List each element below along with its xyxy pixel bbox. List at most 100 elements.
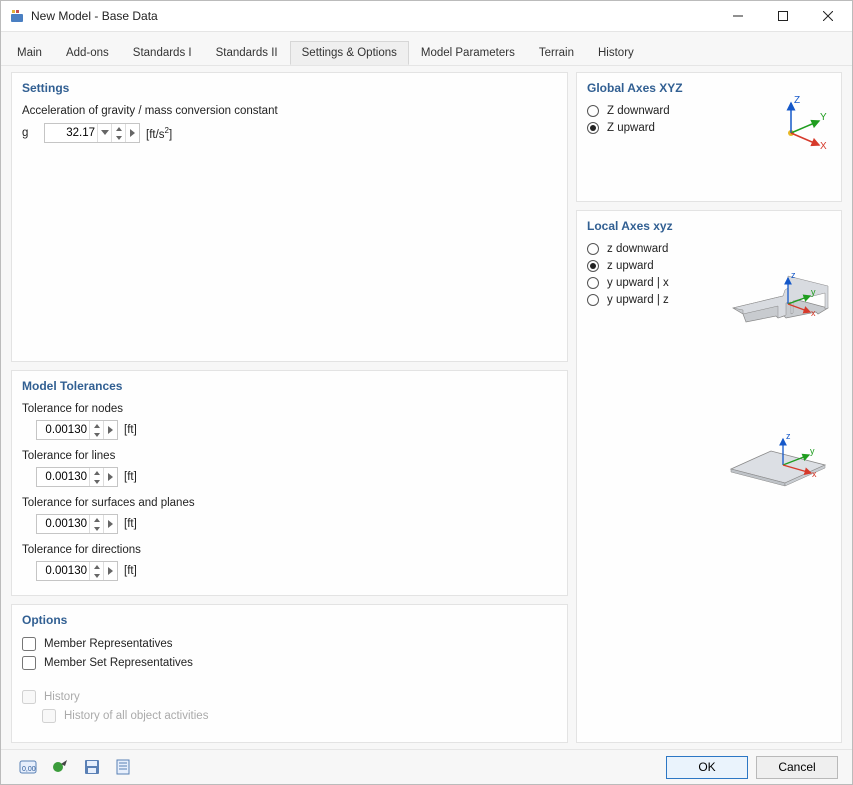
spinner-up[interactable] bbox=[112, 124, 125, 133]
z-downward-local-row[interactable]: z downward bbox=[587, 243, 831, 255]
tol-directions-value[interactable] bbox=[37, 564, 89, 578]
cancel-button[interactable]: Cancel bbox=[756, 756, 838, 779]
ok-button[interactable]: OK bbox=[666, 756, 748, 779]
z-downward-local-radio[interactable] bbox=[587, 243, 599, 255]
local-axes-beam-diagram: z y x bbox=[728, 266, 833, 336]
gravity-label: Acceleration of gravity / mass conversio… bbox=[22, 105, 557, 117]
app-icon bbox=[9, 8, 25, 24]
member-rep-checkbox[interactable] bbox=[22, 637, 36, 651]
svg-text:z: z bbox=[791, 270, 796, 280]
g-symbol: g bbox=[22, 127, 38, 139]
gravity-input[interactable] bbox=[44, 123, 140, 143]
member-set-rep-checkbox-row[interactable]: Member Set Representatives bbox=[22, 656, 557, 670]
tol-lines-unit: [ft] bbox=[124, 471, 137, 483]
close-button[interactable] bbox=[805, 1, 850, 31]
tab-main[interactable]: Main bbox=[5, 41, 54, 65]
tol-nodes-unit: [ft] bbox=[124, 424, 137, 436]
gravity-value[interactable] bbox=[45, 126, 97, 140]
y-upward-x-label: y upward | x bbox=[607, 277, 669, 289]
z-upward-local-label: z upward bbox=[607, 260, 654, 272]
gravity-unit: [ft/s2] bbox=[146, 126, 172, 141]
y-upward-x-radio[interactable] bbox=[587, 277, 599, 289]
tab-standards1[interactable]: Standards I bbox=[121, 41, 204, 65]
tol-nodes-label: Tolerance for nodes bbox=[22, 403, 557, 415]
tol-nodes-spinner[interactable] bbox=[89, 421, 103, 439]
member-set-rep-label: Member Set Representatives bbox=[44, 657, 193, 669]
history-checkbox bbox=[22, 690, 36, 704]
tol-directions-step[interactable] bbox=[103, 562, 117, 580]
tol-surfaces-unit: [ft] bbox=[124, 518, 137, 530]
gravity-dropdown-icon[interactable] bbox=[97, 124, 111, 142]
z-downward-local-label: z downward bbox=[607, 243, 668, 255]
tabs-row: Main Add-ons Standards I Standards II Se… bbox=[1, 41, 852, 66]
history-all-checkbox-row: History of all object activities bbox=[42, 709, 557, 723]
tolerances-panel: Model Tolerances Tolerance for nodes [ft… bbox=[11, 370, 568, 596]
tol-nodes-step[interactable] bbox=[103, 421, 117, 439]
z-upward-local-radio[interactable] bbox=[587, 260, 599, 272]
history-checkbox-row: History bbox=[22, 690, 557, 704]
z-downward-radio[interactable] bbox=[587, 105, 599, 117]
tolerances-header: Model Tolerances bbox=[22, 379, 557, 393]
svg-text:x: x bbox=[812, 469, 817, 479]
tol-lines-label: Tolerance for lines bbox=[22, 450, 557, 462]
tab-settings-options[interactable]: Settings & Options bbox=[290, 41, 409, 65]
units-icon[interactable]: 0,00 bbox=[15, 754, 41, 780]
tol-directions-input[interactable] bbox=[36, 561, 118, 581]
tol-lines-step[interactable] bbox=[103, 468, 117, 486]
tol-directions-unit: [ft] bbox=[124, 565, 137, 577]
local-axes-header: Local Axes xyz bbox=[587, 219, 831, 233]
svg-text:y: y bbox=[811, 287, 816, 297]
save-icon[interactable] bbox=[79, 754, 105, 780]
tol-lines-spinner[interactable] bbox=[89, 468, 103, 486]
svg-text:X: X bbox=[820, 141, 827, 152]
tol-surfaces-value[interactable] bbox=[37, 517, 89, 531]
window-title: New Model - Base Data bbox=[31, 9, 715, 23]
bottom-bar: 0,00 OK Cancel bbox=[1, 749, 852, 784]
minimize-button[interactable] bbox=[715, 1, 760, 31]
history-all-checkbox bbox=[42, 709, 56, 723]
tol-surfaces-label: Tolerance for surfaces and planes bbox=[22, 497, 557, 509]
tol-lines-value[interactable] bbox=[37, 470, 89, 484]
tol-surfaces-spinner[interactable] bbox=[89, 515, 103, 533]
tab-terrain[interactable]: Terrain bbox=[527, 41, 586, 65]
spinner-down[interactable] bbox=[112, 133, 125, 142]
local-axes-plate-diagram: z y x bbox=[723, 431, 833, 491]
z-upward-label: Z upward bbox=[607, 122, 655, 134]
svg-text:0,00: 0,00 bbox=[22, 766, 36, 773]
options-header: Options bbox=[22, 613, 557, 627]
tol-directions-label: Tolerance for directions bbox=[22, 544, 557, 556]
svg-text:z: z bbox=[786, 431, 791, 441]
settings-panel: Settings Acceleration of gravity / mass … bbox=[11, 72, 568, 362]
tab-standards2[interactable]: Standards II bbox=[204, 41, 290, 65]
tab-history[interactable]: History bbox=[586, 41, 646, 65]
member-rep-label: Member Representatives bbox=[44, 638, 172, 650]
member-set-rep-checkbox[interactable] bbox=[22, 656, 36, 670]
member-rep-checkbox-row[interactable]: Member Representatives bbox=[22, 637, 557, 651]
history-label: History bbox=[44, 691, 80, 703]
z-upward-radio[interactable] bbox=[587, 122, 599, 134]
svg-text:y: y bbox=[810, 446, 815, 456]
gravity-step-icon[interactable] bbox=[125, 124, 139, 142]
gravity-spinner[interactable] bbox=[111, 124, 125, 142]
list-icon[interactable] bbox=[111, 754, 137, 780]
y-upward-z-radio[interactable] bbox=[587, 294, 599, 306]
options-panel: Options Member Representatives Member Se… bbox=[11, 604, 568, 743]
svg-text:Z: Z bbox=[794, 95, 800, 106]
z-downward-label: Z downward bbox=[607, 105, 670, 117]
tol-nodes-value[interactable] bbox=[37, 423, 89, 437]
svg-text:x: x bbox=[811, 308, 816, 318]
tol-surfaces-step[interactable] bbox=[103, 515, 117, 533]
titlebar: New Model - Base Data bbox=[1, 1, 852, 32]
tab-addons[interactable]: Add-ons bbox=[54, 41, 121, 65]
tol-surfaces-input[interactable] bbox=[36, 514, 118, 534]
global-axes-diagram: Z Y X bbox=[771, 93, 831, 153]
global-axes-panel: Global Axes XYZ Z downward Z upward Z bbox=[576, 72, 842, 202]
tab-model-parameters[interactable]: Model Parameters bbox=[409, 41, 527, 65]
settings-header: Settings bbox=[22, 81, 557, 95]
tol-directions-spinner[interactable] bbox=[89, 562, 103, 580]
tol-nodes-input[interactable] bbox=[36, 420, 118, 440]
maximize-button[interactable] bbox=[760, 1, 805, 31]
tol-lines-input[interactable] bbox=[36, 467, 118, 487]
local-axes-panel: Local Axes xyz z downward z upward y upw… bbox=[576, 210, 842, 743]
import-icon[interactable] bbox=[47, 754, 73, 780]
